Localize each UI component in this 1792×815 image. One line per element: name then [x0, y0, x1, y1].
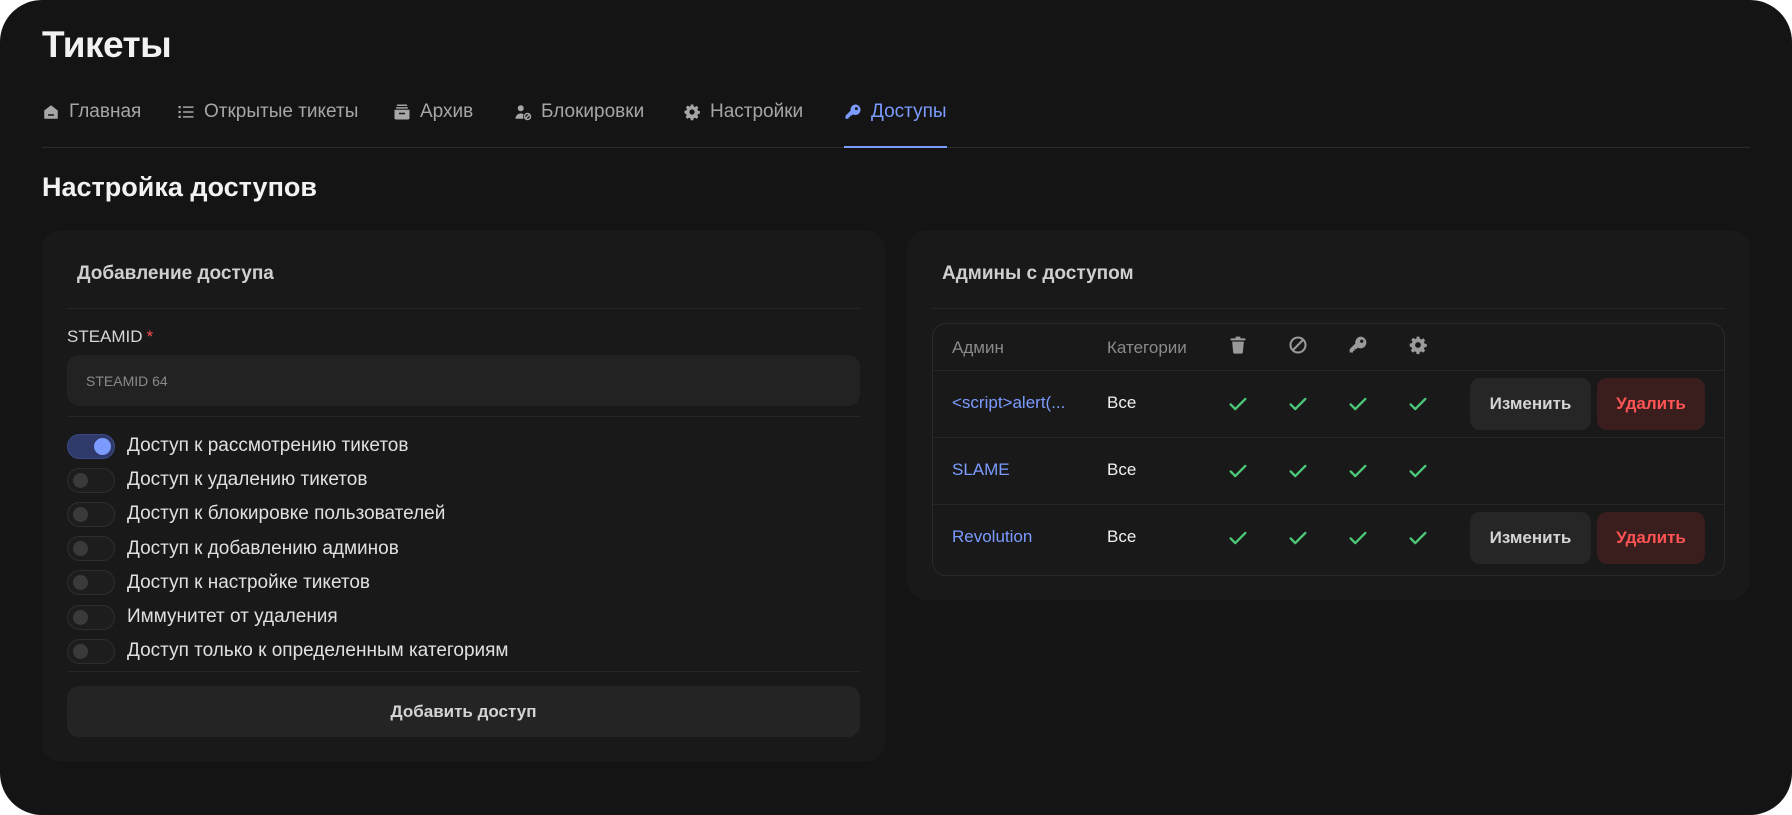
admins-card: Админы с доступом Админ Категории <scrip…	[907, 230, 1750, 600]
toggle-row: Доступ к блокировке пользователей	[67, 497, 509, 531]
admin-categories: Все	[1107, 527, 1137, 546]
check-icon	[1229, 531, 1247, 545]
trash-icon	[1230, 336, 1246, 354]
tab-home[interactable]: Главная	[42, 100, 141, 147]
toggle-row: Доступ к рассмотрению тикетов	[67, 429, 509, 463]
toggle-knob	[73, 575, 88, 591]
permission-toggles: Доступ к рассмотрению тикетов Доступ к у…	[67, 429, 509, 668]
toggle-knob	[73, 541, 88, 557]
toggle-knob	[94, 437, 111, 455]
card-title: Админы с доступом	[942, 263, 1134, 284]
toggle-switch[interactable]	[67, 570, 115, 596]
check-icon	[1349, 531, 1367, 545]
admin-name-link[interactable]: Revolution	[952, 527, 1032, 547]
tab-label: Доступы	[871, 101, 947, 122]
tab-settings[interactable]: Настройки	[683, 100, 803, 147]
admins-table: Админ Категории <script>alert(... Все Из…	[932, 323, 1725, 576]
toggle-knob	[73, 643, 88, 659]
user-block-icon	[515, 105, 532, 121]
toggle-row: Доступ к настройке тикетов	[67, 566, 509, 600]
toggle-row: Иммунитет от удаления	[67, 600, 509, 634]
check-icon	[1229, 397, 1247, 411]
check-icon	[1289, 397, 1307, 411]
edit-admin-button[interactable]: Изменить	[1470, 378, 1591, 430]
gear-icon	[684, 104, 700, 121]
toggle-label: Доступ к добавлению админов	[127, 537, 399, 559]
add-access-card: Добавление доступа STEAMID* Доступ к рас…	[42, 230, 885, 762]
check-icon	[1349, 397, 1367, 411]
tab-label: Настройки	[710, 101, 804, 122]
app-window: Тикеты Главная Открытые тикеты Архив Бло…	[0, 0, 1792, 815]
check-icon	[1229, 464, 1247, 478]
divider	[67, 671, 860, 672]
check-icon	[1409, 397, 1427, 411]
tab-label: Архив	[420, 101, 474, 122]
table-row: <script>alert(... Все Изменить Удалить	[933, 370, 1724, 438]
tab-archive[interactable]: Архив	[393, 100, 473, 147]
admin-categories: Все	[1107, 393, 1137, 412]
toggle-label: Иммунитет от удаления	[127, 606, 338, 628]
toggle-label: Доступ к блокировке пользователей	[127, 503, 446, 525]
divider	[932, 308, 1725, 309]
toggle-row: Доступ только к определенным категориям	[67, 634, 509, 668]
key-icon	[1349, 336, 1367, 353]
column-categories: Категории	[1107, 338, 1187, 357]
tab-label: Главная	[69, 101, 142, 122]
toggle-switch[interactable]	[67, 638, 115, 664]
toggle-label: Доступ только к определенным категориям	[127, 640, 509, 662]
column-admin: Админ	[952, 338, 1004, 357]
page-title: Тикеты	[42, 24, 172, 65]
toggle-switch[interactable]	[67, 467, 115, 493]
steamid-input[interactable]	[67, 355, 860, 406]
delete-admin-button[interactable]: Удалить	[1597, 378, 1705, 430]
toggle-knob	[73, 506, 88, 522]
list-icon	[178, 106, 194, 118]
ban-icon	[1289, 336, 1307, 354]
toggle-label: Доступ к удалению тикетов	[127, 469, 368, 491]
toggle-label: Доступ к рассмотрению тикетов	[127, 435, 409, 457]
check-icon	[1409, 464, 1427, 478]
required-mark: *	[146, 327, 154, 346]
steamid-label: STEAMID *	[67, 327, 153, 347]
toggle-row: Доступ к добавлению админов	[67, 532, 509, 566]
check-icon	[1289, 464, 1307, 478]
tab-label: Блокировки	[541, 101, 645, 122]
toggle-knob	[73, 472, 88, 488]
check-icon	[1289, 531, 1307, 545]
admin-name-link[interactable]: <script>alert(...	[952, 393, 1065, 413]
card-title: Добавление доступа	[77, 263, 274, 284]
tab-open-tickets[interactable]: Открытые тикеты	[177, 100, 358, 147]
toggle-switch[interactable]	[67, 433, 115, 459]
section-title: Настройка доступов	[42, 172, 317, 202]
gear-icon	[1409, 336, 1427, 355]
admin-categories: Все	[1107, 460, 1137, 479]
toggle-switch[interactable]	[67, 604, 115, 630]
edit-admin-button[interactable]: Изменить	[1470, 512, 1591, 564]
nav-tabs: Главная Открытые тикеты Архив Блокировки…	[42, 100, 1750, 148]
toggle-label: Доступ к настройке тикетов	[127, 571, 371, 593]
divider	[67, 308, 860, 309]
home-icon	[44, 105, 58, 119]
key-icon	[845, 104, 861, 119]
admin-name-link[interactable]: SLAME	[952, 460, 1010, 480]
tab-label: Открытые тикеты	[204, 101, 359, 122]
steamid-label-text: STEAMID	[67, 327, 143, 346]
check-icon	[1409, 531, 1427, 545]
delete-admin-button[interactable]: Удалить	[1597, 512, 1705, 564]
tab-access[interactable]: Доступы	[844, 100, 947, 148]
table-row: SLAME Все	[933, 437, 1724, 505]
check-icon	[1349, 464, 1367, 478]
toggle-knob	[73, 609, 88, 625]
toggle-switch[interactable]	[67, 501, 115, 527]
archive-icon	[394, 104, 410, 120]
add-access-button[interactable]: Добавить доступ	[67, 686, 860, 737]
toggle-row: Доступ к удалению тикетов	[67, 463, 509, 497]
table-header: Админ Категории	[933, 324, 1724, 370]
toggle-switch[interactable]	[67, 536, 115, 562]
divider	[67, 416, 860, 417]
tab-blocks[interactable]: Блокировки	[514, 100, 644, 147]
table-row: Revolution Все Изменить Удалить	[933, 504, 1724, 572]
